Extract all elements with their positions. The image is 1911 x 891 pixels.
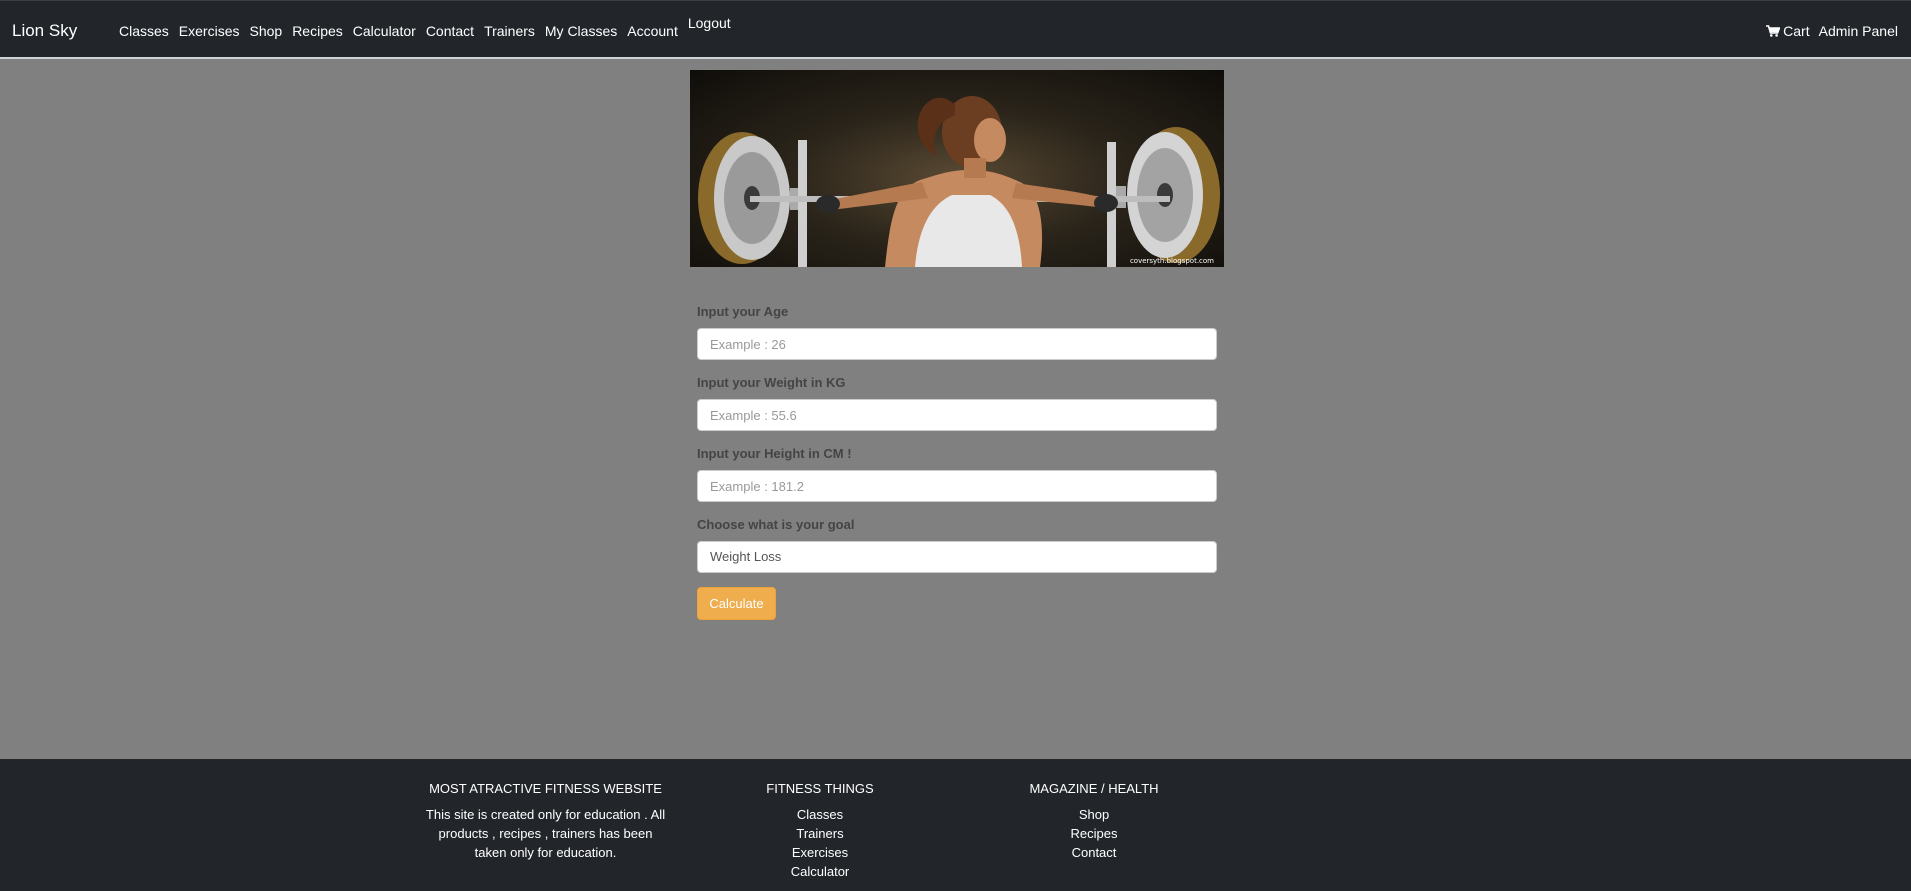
cart-label: Cart [1783, 23, 1810, 39]
footer-link-shop[interactable]: Shop [1014, 805, 1174, 824]
footer-about-text: This site is created only for education … [425, 807, 666, 860]
nav-trainers[interactable]: Trainers [484, 23, 535, 39]
nav-calculator[interactable]: Calculator [353, 23, 416, 39]
nav-contact[interactable]: Contact [426, 23, 474, 39]
footer-link-calculator[interactable]: Calculator [740, 862, 900, 881]
calculate-button[interactable]: Calculate [697, 587, 776, 620]
weight-label: Input your Weight in KG [697, 375, 846, 390]
nav-account[interactable]: Account [627, 23, 678, 39]
age-label: Input your Age [697, 304, 789, 319]
weight-input[interactable] [697, 399, 1217, 431]
footer-link-classes[interactable]: Classes [740, 805, 900, 824]
footer-link-trainers[interactable]: Trainers [740, 824, 900, 843]
calorie-calculator-form: Input your Age Input your Weight in KG I… [697, 303, 1217, 620]
hero-illustration [698, 96, 1220, 267]
hero-image: coversyth.blogspot.com [690, 70, 1224, 267]
age-group: Input your Age [697, 303, 1217, 360]
height-label: Input your Height in CM ! [697, 446, 852, 461]
nav-shop[interactable]: Shop [249, 23, 282, 39]
nav-right: Cart Admin Panel [1757, 23, 1898, 39]
height-input[interactable] [697, 470, 1217, 502]
top-navbar: Lion Sky Classes Exercises Shop Recipes … [0, 0, 1911, 59]
age-input[interactable] [697, 328, 1217, 360]
goal-select[interactable]: Weight Loss [697, 541, 1217, 573]
nav-logout[interactable]: Logout [688, 15, 731, 31]
main-nav: Classes Exercises Shop Recipes Calculato… [119, 15, 741, 39]
hero-image-credit: coversyth.blogspot.com [1129, 257, 1214, 265]
nav-recipes[interactable]: Recipes [292, 23, 343, 39]
nav-my-classes[interactable]: My Classes [545, 23, 617, 39]
footer-fitness-things: FITNESS THINGS Classes Trainers Exercise… [740, 781, 900, 881]
cart-link[interactable]: Cart [1766, 23, 1810, 39]
weight-group: Input your Weight in KG [697, 374, 1217, 431]
height-group: Input your Height in CM ! [697, 445, 1217, 502]
footer-things-title: FITNESS THINGS [766, 781, 874, 796]
goal-group: Choose what is your goal Weight Loss [697, 516, 1217, 573]
footer-about: MOST ATRACTIVE FITNESS WEBSITE This site… [423, 781, 668, 862]
footer-magazine: MAGAZINE / HEALTH Shop Recipes Contact [1014, 781, 1174, 862]
brand-logo-link[interactable]: Lion Sky [12, 21, 77, 41]
admin-panel-link[interactable]: Admin Panel [1819, 23, 1898, 39]
footer-link-exercises[interactable]: Exercises [740, 843, 900, 862]
goal-selected-value: Weight Loss [710, 549, 782, 564]
goal-label: Choose what is your goal [697, 517, 855, 532]
footer-link-recipes[interactable]: Recipes [1014, 824, 1174, 843]
shopping-cart-icon [1766, 25, 1781, 37]
footer-magazine-title: MAGAZINE / HEALTH [1029, 781, 1159, 796]
footer: MOST ATRACTIVE FITNESS WEBSITE This site… [0, 759, 1911, 891]
footer-link-contact[interactable]: Contact [1014, 843, 1174, 862]
nav-exercises[interactable]: Exercises [179, 23, 240, 39]
footer-about-title: MOST ATRACTIVE FITNESS WEBSITE [429, 781, 662, 796]
nav-classes[interactable]: Classes [119, 23, 169, 39]
